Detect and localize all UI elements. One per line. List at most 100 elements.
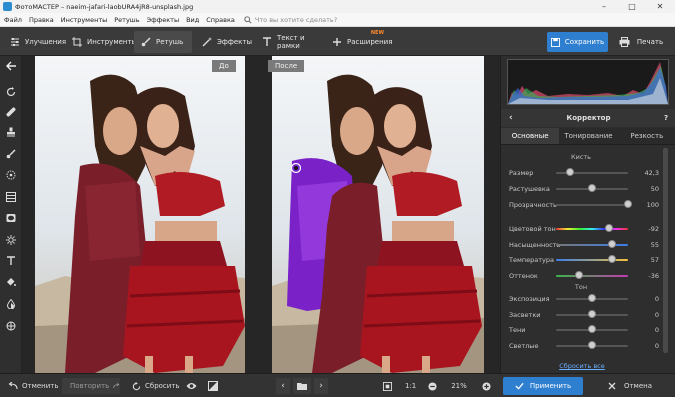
redo-button[interactable]: Повторить [62, 378, 120, 394]
menu-retouch[interactable]: Ретушь [114, 16, 139, 24]
stamp-icon [7, 127, 15, 137]
tab-tools[interactable]: Инструменты [66, 31, 137, 53]
tool-target[interactable] [3, 318, 19, 334]
slider-row: Засветки 0 [509, 309, 659, 320]
panel-scrollbar[interactable] [663, 148, 668, 353]
slider-thumb[interactable] [566, 168, 575, 176]
compare-button[interactable] [208, 378, 218, 394]
command-search[interactable]: Что вы хотите сделать? [244, 16, 337, 24]
slider-track[interactable] [556, 204, 628, 206]
apply-button[interactable]: Применить [503, 377, 583, 395]
floppy-icon [550, 37, 560, 47]
slider-thumb[interactable] [588, 325, 596, 333]
reset-button[interactable]: Сбросить [132, 378, 180, 394]
tab-text-frames[interactable]: Текст и рамки [256, 31, 324, 53]
tool-healing[interactable] [3, 104, 19, 120]
subtab-sharpness[interactable]: Резкость [617, 128, 675, 145]
maximize-button[interactable]: □ [618, 0, 646, 13]
slider-value: 0 [654, 310, 659, 319]
slider-row: Размер 42,3 [509, 168, 659, 178]
help-button[interactable]: ? [664, 114, 668, 122]
zoom-1to1-button[interactable]: 1:1 [405, 378, 416, 394]
back-button[interactable] [3, 58, 19, 74]
menu-tools[interactable]: Инструменты [61, 16, 108, 24]
tool-vignette[interactable] [3, 210, 19, 226]
slider-thumb[interactable] [588, 294, 596, 302]
slider-track[interactable] [556, 228, 628, 230]
slider-thumb[interactable] [608, 255, 617, 263]
tab-extensions[interactable]: Расширения NEW [326, 30, 392, 53]
menu-bar: Файл Правка Инструменты Ретушь Эффекты В… [0, 13, 675, 27]
app-logo-icon [3, 2, 12, 11]
slider-thumb[interactable] [588, 340, 596, 349]
panel-title: Корректор [566, 114, 611, 122]
subtab-toning[interactable]: Тонирование [559, 128, 618, 145]
slider-value: 55 [650, 240, 659, 249]
slider-thumb[interactable] [588, 184, 596, 192]
arrow-left-icon [5, 61, 16, 71]
slider-label: Прозрачность [509, 201, 557, 209]
paint-bucket-icon [7, 278, 16, 286]
gradient-filter-icon [6, 192, 16, 202]
slider-thumb[interactable] [575, 270, 584, 279]
zoom-out-button[interactable] [428, 378, 437, 394]
zoom-value: 21% [451, 382, 467, 390]
open-folder-button[interactable] [293, 378, 311, 394]
tool-stamp[interactable] [3, 124, 19, 140]
slider-thumb[interactable] [605, 224, 614, 232]
minimize-button[interactable]: – [590, 0, 618, 13]
slider-value: 50 [650, 185, 659, 193]
photo-after[interactable] [272, 56, 484, 373]
chevron-left-icon[interactable]: ‹ [509, 113, 513, 123]
save-button[interactable]: Сохранить [547, 32, 608, 52]
cancel-button[interactable]: Отмена [590, 377, 670, 395]
zoom-in-icon [482, 381, 491, 391]
apply-label: Применить [529, 382, 572, 390]
tab-effects[interactable]: Эффекты [196, 31, 252, 53]
reset-all-link[interactable]: Сбросить все [501, 362, 663, 370]
tool-gradient[interactable] [3, 189, 19, 205]
photo-before[interactable] [35, 56, 245, 373]
menu-edit[interactable]: Правка [29, 16, 54, 24]
slider-row: Насыщенность 55 [509, 239, 659, 250]
menu-view[interactable]: Вид [186, 16, 199, 24]
text-icon [262, 37, 272, 48]
undo-button[interactable]: Отменить [8, 378, 59, 394]
slider-value: 0 [654, 295, 659, 303]
tool-text[interactable] [3, 253, 19, 269]
tab-retouch[interactable]: Ретушь [134, 31, 192, 53]
prev-image-button[interactable]: ‹ [276, 378, 290, 394]
tool-brush[interactable] [3, 146, 19, 162]
menu-effects[interactable]: Эффекты [147, 16, 180, 24]
tab-enhancements[interactable]: Улучшения [4, 31, 66, 53]
tool-radial[interactable] [3, 167, 19, 183]
reset-label: Сбросить [145, 382, 180, 390]
tool-rotate[interactable] [3, 84, 19, 100]
slider-track[interactable] [556, 243, 628, 246]
rotate-icon [6, 87, 16, 97]
slider-thumb[interactable] [624, 200, 632, 208]
slider-row: Растушевка 50 [509, 184, 659, 194]
slider-value: 100 [646, 201, 659, 209]
slider-label: Светлые [509, 341, 539, 350]
subtab-basic[interactable]: Основные [501, 128, 560, 145]
preview-toggle[interactable] [186, 378, 197, 394]
fit-screen-button[interactable] [383, 378, 392, 394]
print-button[interactable]: Печать [612, 32, 670, 52]
slider-thumb[interactable] [608, 239, 617, 248]
slider-thumb[interactable] [588, 309, 596, 318]
tool-light[interactable] [3, 232, 19, 248]
redo-icon [113, 383, 120, 389]
crop-icon [72, 37, 82, 48]
close-button[interactable]: ✕ [646, 0, 674, 13]
slider-track[interactable] [556, 274, 628, 277]
slider-track[interactable] [556, 259, 628, 261]
next-image-button[interactable]: › [314, 378, 328, 394]
right-panel: ‹ Корректор ? Основные Тонирование Резко… [500, 56, 675, 373]
menu-help[interactable]: Справка [206, 16, 235, 24]
menu-file[interactable]: Файл [4, 16, 22, 24]
tool-fill[interactable] [3, 274, 19, 290]
tool-color-pick[interactable] [3, 296, 19, 312]
zoom-in-button[interactable] [482, 378, 491, 394]
slider-label: Насыщенность [509, 240, 561, 249]
